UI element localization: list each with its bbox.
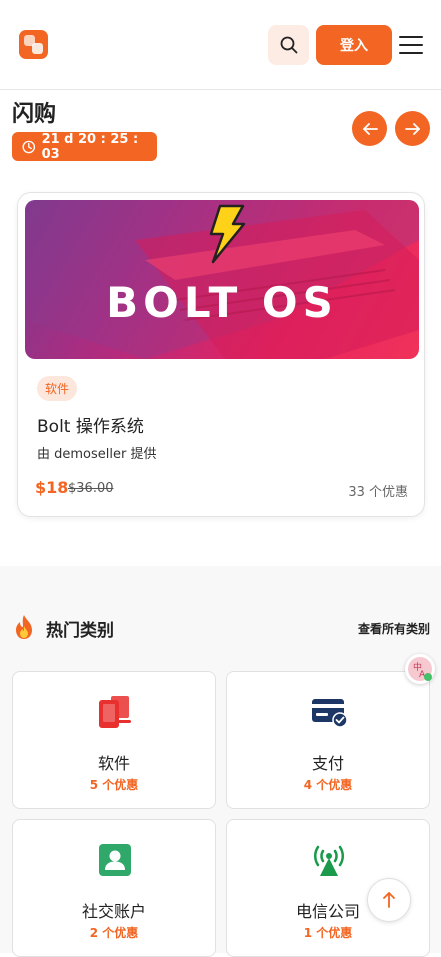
deal-image-caption: BOLT OS (106, 278, 338, 327)
category-name: 软件 (97, 754, 130, 773)
deal-title[interactable]: Bolt 操作系统 (37, 412, 144, 437)
fire-icon (13, 614, 35, 640)
arrow-up-icon (383, 892, 395, 908)
contact-card-icon (99, 844, 131, 876)
devices-icon (99, 696, 131, 728)
countdown-timer: 21 d 20 : 25 : 03 (12, 131, 157, 162)
deal-image[interactable]: BOLT OS (25, 200, 419, 359)
view-all-categories-link[interactable]: 查看所有类别 (358, 620, 430, 637)
credit-card-icon (312, 699, 347, 728)
site-header: 登入 (0, 0, 441, 90)
deal-seller: 由 demoseller 提供 (37, 447, 157, 462)
hamburger-menu-icon[interactable] (399, 34, 423, 56)
translate-icon: 中 A (408, 657, 432, 681)
scroll-to-top-button[interactable] (367, 878, 411, 922)
category-card-payment[interactable]: 支付 4 个优惠 (226, 671, 430, 809)
search-icon (280, 36, 297, 54)
carousel-prev-button[interactable] (352, 111, 387, 146)
categories-heading: 热门类别 (46, 621, 114, 641)
countdown-value: 21 d 20 : 25 : 03 (41, 131, 139, 162)
category-count: 5 个优惠 (89, 778, 139, 792)
deal-original-price: $36.00 (68, 481, 114, 496)
clock-icon (22, 140, 36, 153)
translate-widget-button[interactable]: 中 A (405, 654, 435, 684)
app-logo-icon[interactable] (19, 30, 48, 59)
category-name: 社交账户 (81, 902, 146, 921)
category-name: 支付 (311, 754, 344, 773)
deal-card[interactable]: BOLT OS 软件 Bolt 操作系统 由 demoseller 提供 $18… (17, 192, 425, 517)
flash-sale-title: 闪购 (12, 102, 57, 127)
category-count: 4 个优惠 (303, 778, 353, 792)
category-tag[interactable]: 软件 (37, 376, 78, 401)
deal-price: $18 (35, 478, 69, 497)
category-count: 1 个优惠 (303, 926, 353, 940)
carousel-next-button[interactable] (395, 111, 430, 146)
signal-tower-icon (313, 845, 345, 876)
category-card-social-accounts[interactable]: 社交账户 2 个优惠 (12, 819, 216, 957)
category-count: 2 个优惠 (89, 926, 139, 940)
search-button[interactable] (268, 25, 309, 65)
arrow-left-icon (362, 122, 378, 135)
category-card-software[interactable]: 软件 5 个优惠 (12, 671, 216, 809)
arrow-right-icon (404, 122, 420, 135)
login-button[interactable]: 登入 (316, 25, 392, 65)
deals-count: 33 个优惠 (348, 485, 408, 500)
